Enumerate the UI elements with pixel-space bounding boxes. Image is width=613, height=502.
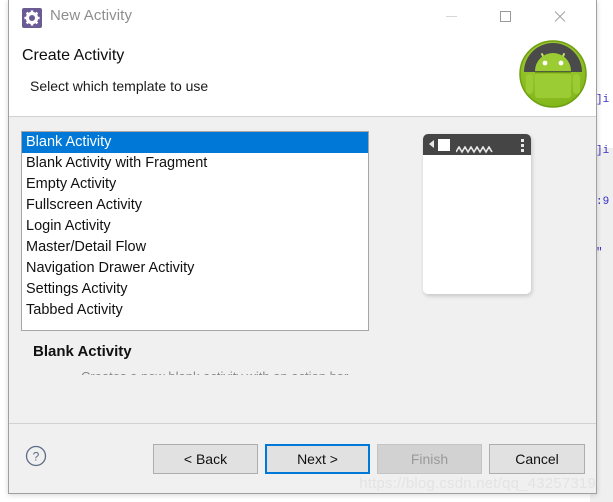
preview-content-area	[423, 155, 531, 294]
page-title: Create Activity	[22, 47, 125, 64]
editor-code-line: ]i	[596, 94, 610, 106]
finish-button: Finish	[377, 444, 482, 474]
dialog-button-bar: ? < Back Next > Finish Cancel https://bl…	[9, 423, 596, 493]
gear-icon	[22, 8, 42, 28]
list-item[interactable]: Fullscreen Activity	[22, 195, 368, 216]
new-activity-dialog: New Activity Create Activity Select whic…	[8, 0, 597, 494]
maximize-icon[interactable]	[482, 0, 528, 32]
dialog-header: New Activity Create Activity Select whic…	[9, 0, 596, 117]
close-icon[interactable]	[536, 0, 582, 32]
chevron-left-icon	[429, 140, 434, 148]
preview-app-bar	[423, 134, 531, 155]
android-robot-logo	[518, 38, 588, 110]
editor-code-line: "	[596, 247, 603, 259]
list-item[interactable]: Empty Activity	[22, 174, 368, 195]
editor-code-text: ]i ]i :9 "	[596, 58, 613, 296]
svg-text:?: ?	[33, 450, 40, 464]
watermark: https://blog.csdn.net/qq_43257319	[359, 475, 596, 492]
phone-frame	[423, 134, 531, 294]
list-item[interactable]: Blank Activity with Fragment	[22, 153, 368, 174]
next-button[interactable]: Next >	[265, 444, 370, 474]
back-button[interactable]: < Back	[153, 444, 258, 474]
cancel-button[interactable]: Cancel	[489, 444, 585, 474]
window-title: New Activity	[50, 7, 133, 24]
list-item[interactable]: Navigation Drawer Activity	[22, 258, 368, 279]
template-list[interactable]: Blank Activity Blank Activity with Fragm…	[21, 131, 369, 331]
minimize-icon[interactable]	[428, 0, 474, 32]
list-item[interactable]: Tabbed Activity	[22, 300, 368, 321]
editor-code-line: :9	[596, 196, 610, 208]
phone-preview	[418, 130, 538, 300]
overflow-menu-icon	[521, 139, 524, 152]
editor-code-line: ]i	[596, 145, 610, 157]
title-bar[interactable]: New Activity	[9, 0, 596, 38]
list-item[interactable]: Login Activity	[22, 216, 368, 237]
list-item[interactable]: Blank Activity	[22, 132, 368, 153]
app-square-icon	[438, 139, 450, 151]
page-subtitle: Select which template to use	[30, 78, 209, 94]
list-item[interactable]: Master/Detail Flow	[22, 237, 368, 258]
list-item[interactable]: Settings Activity	[22, 279, 368, 300]
squiggle-placeholder-icon	[455, 141, 494, 154]
description-text: Creates a new blank activity with an act…	[81, 369, 371, 375]
help-icon[interactable]: ?	[25, 445, 47, 467]
description-title: Blank Activity	[33, 343, 132, 360]
dialog-body: Blank Activity Blank Activity with Fragm…	[9, 117, 596, 423]
